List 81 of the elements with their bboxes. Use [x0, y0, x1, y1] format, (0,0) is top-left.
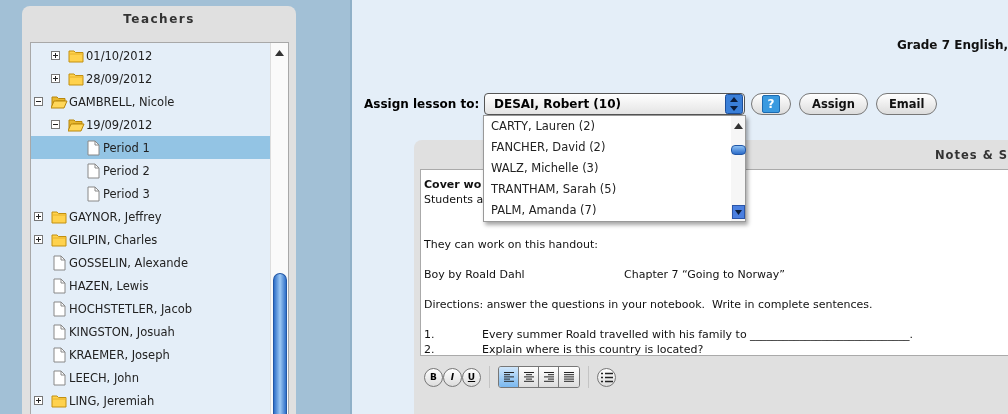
align-left-button[interactable]	[499, 367, 519, 387]
panel-title: Notes & S	[935, 147, 1008, 162]
tree-item[interactable]: Period 2	[31, 159, 270, 182]
align-left-icon	[503, 371, 514, 383]
scroll-up-arrow-icon	[732, 121, 744, 131]
document-icon	[51, 254, 68, 271]
assign-button[interactable]: Assign	[799, 93, 868, 115]
folder-icon	[68, 48, 85, 63]
paragraph: Boy by Roald Dahl	[424, 267, 526, 282]
paragraph: Directions: answer the questions in your notebook. Write in complete sentences.	[424, 298, 873, 311]
plus-icon[interactable]	[34, 235, 43, 244]
align-justify-icon	[564, 371, 574, 383]
document-icon	[51, 323, 68, 340]
tree-item[interactable]: LING, Jeremiah	[31, 389, 270, 412]
plus-icon[interactable]	[34, 212, 43, 221]
tree-item[interactable]: HOCHSTETLER, Jacob	[31, 297, 270, 320]
dropdown-option[interactable]: CARTY, Lauren (2)	[484, 116, 731, 137]
folder-icon	[68, 71, 85, 86]
tree-item[interactable]: GAYNOR, Jeffrey	[31, 205, 270, 228]
align-justify-button[interactable]	[559, 367, 579, 387]
document-icon	[51, 369, 68, 386]
lesson-title: Grade 7 English,	[896, 38, 1008, 54]
underline-button[interactable]: U	[462, 367, 481, 387]
paragraph: Explain where is this country is located?	[482, 342, 704, 355]
plus-icon[interactable]	[51, 51, 60, 60]
dropdown-option[interactable]: PALM, Amanda (7)	[484, 200, 731, 221]
scrollbar[interactable]	[731, 116, 745, 221]
tree-item[interactable]: Period 3	[31, 182, 270, 205]
align-center-icon	[523, 371, 534, 383]
tree-item[interactable]: KRAEMER, Joseph	[31, 343, 270, 366]
paragraph: Every summer Roald travelled with his family to _____________________________.	[482, 327, 914, 342]
scroll-thumb[interactable]	[272, 273, 287, 414]
minus-icon[interactable]	[34, 97, 43, 106]
plus-icon[interactable]	[34, 396, 43, 405]
dropdown-option[interactable]: FANCHER, David (2)	[484, 137, 731, 158]
tree-item[interactable]: GAMBRELL, Nicole	[31, 90, 270, 113]
alignment-button-group[interactable]	[498, 366, 580, 388]
scroll-thumb[interactable]	[730, 145, 746, 155]
paragraph: Students a	[424, 193, 484, 206]
document-icon	[85, 185, 102, 202]
paragraph: Cover wo	[424, 178, 482, 191]
folder-icon	[51, 232, 68, 247]
document-icon	[85, 139, 102, 156]
plus-icon[interactable]	[51, 74, 60, 83]
list-number: 1.	[424, 327, 436, 342]
folder-icon	[51, 393, 68, 408]
tree-item[interactable]: GILPIN, Charles	[31, 228, 270, 251]
align-right-icon	[543, 371, 554, 383]
dropdown-option[interactable]: TRANTHAM, Sarah (5)	[484, 179, 731, 200]
tree-item[interactable]: KINGSTON, Josuah	[31, 320, 270, 343]
scroll-up-arrow-icon	[274, 48, 285, 58]
document-icon	[51, 300, 68, 317]
tree-item[interactable]: 01/10/2012	[31, 44, 270, 67]
folder-icon	[51, 209, 68, 224]
assign-label: Assign lesson to:	[364, 97, 481, 111]
bold-button[interactable]: B	[424, 367, 443, 387]
align-center-button[interactable]	[519, 367, 539, 387]
spinner-arrows-icon	[725, 94, 743, 114]
bullet-list-button[interactable]	[597, 367, 616, 387]
tree-item[interactable]: 19/09/2012	[31, 113, 270, 136]
panel-title: Teachers	[123, 12, 195, 28]
scrollbar[interactable]	[270, 43, 288, 414]
tree-item[interactable]: Period 1	[31, 136, 270, 159]
open-folder-icon	[68, 117, 85, 132]
minus-icon[interactable]	[51, 120, 60, 129]
tree-item[interactable]: HAZEN, Lewis	[31, 274, 270, 297]
italic-button[interactable]: I	[443, 367, 462, 387]
document-icon	[51, 346, 68, 363]
paragraph: Chapter 7 “Going to Norway”	[624, 267, 785, 282]
align-right-button[interactable]	[539, 367, 559, 387]
tree-item[interactable]: 28/09/2012	[31, 67, 270, 90]
tree-item[interactable]: LEECH, John	[31, 366, 270, 389]
dropdown-option[interactable]: WALZ, Michelle (3)	[484, 158, 731, 179]
document-icon	[51, 277, 68, 294]
open-folder-icon	[51, 94, 68, 109]
email-button[interactable]: Email	[875, 93, 938, 115]
list-number: 2.	[424, 342, 436, 355]
paragraph: They can work on this handout:	[424, 238, 598, 251]
document-icon	[85, 162, 102, 179]
list-icon	[600, 371, 613, 383]
tree-item[interactable]: GOSSELIN, Alexande	[31, 251, 270, 274]
